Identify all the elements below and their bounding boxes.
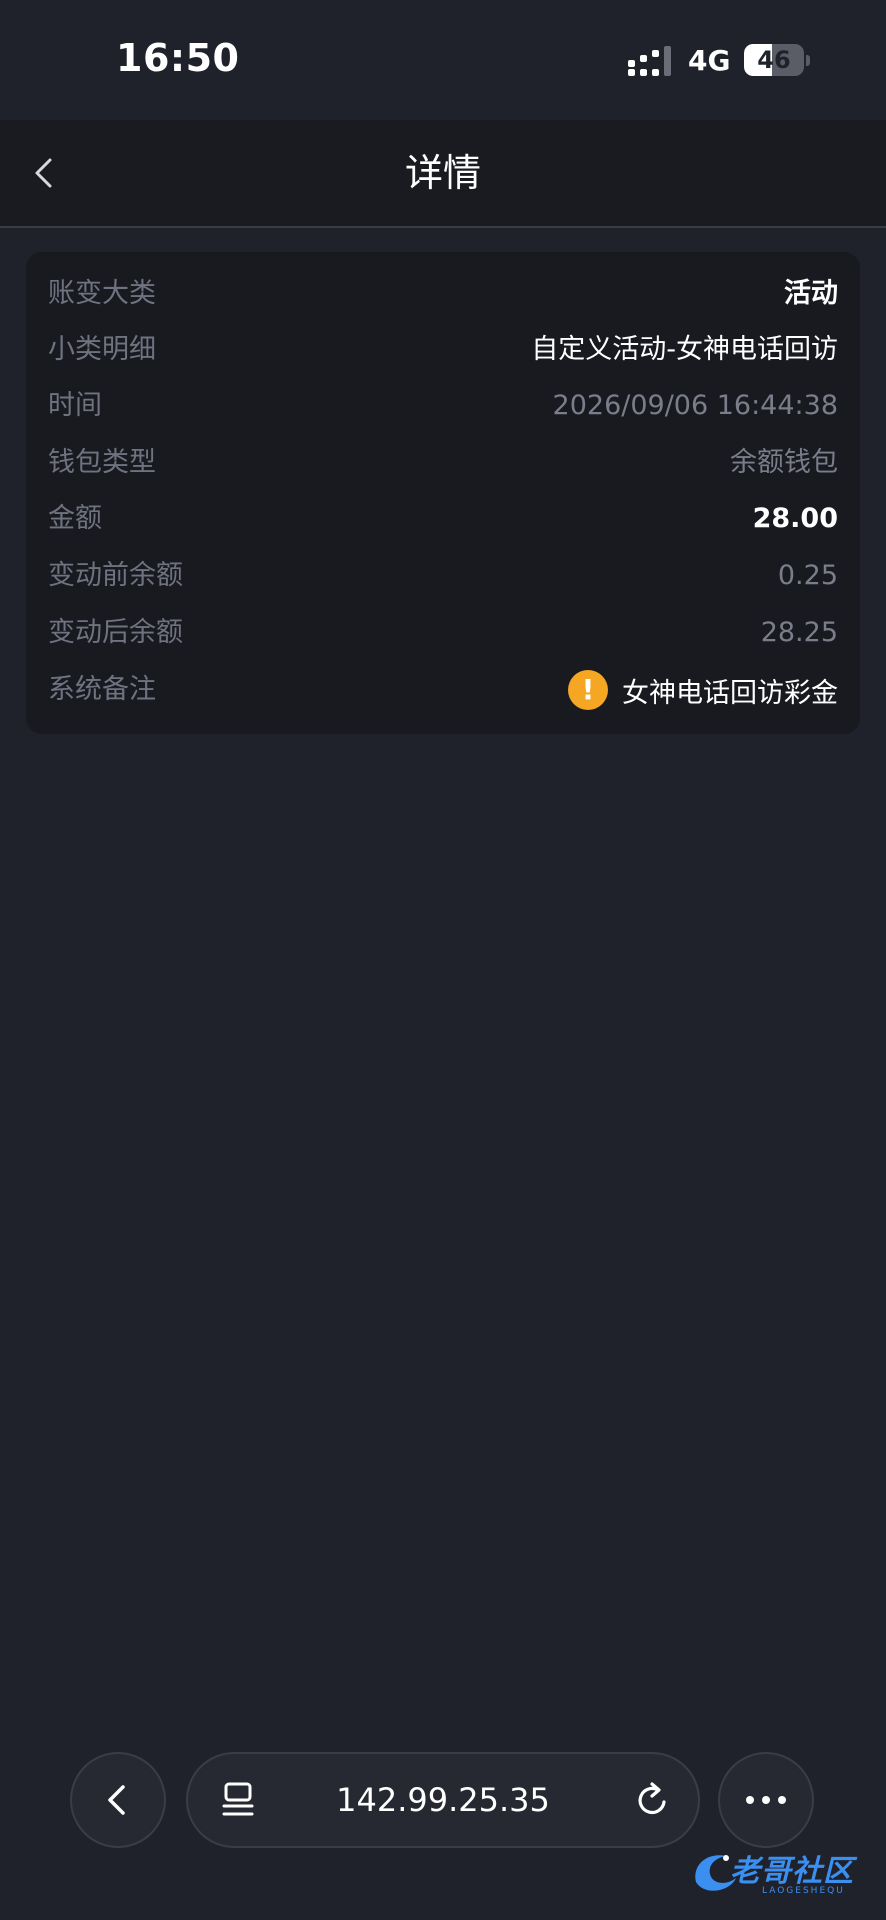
row-value: 活动 xyxy=(784,278,838,309)
watermark-logo: 老哥社区 LAOGESHEQU xyxy=(686,1842,882,1908)
detail-row-system-note: 系统备注 ! 女神电话回访彩金 xyxy=(26,662,860,718)
detail-row-time: 时间 2026/09/06 16:44:38 xyxy=(26,378,860,434)
system-note-value: ! 女神电话回访彩金 xyxy=(568,662,838,718)
detail-row-amount: 金额 28.00 xyxy=(26,491,860,547)
row-label: 小类明细 xyxy=(48,334,156,365)
status-time: 16:50 xyxy=(116,36,240,80)
detail-row-wallet-type: 钱包类型 余额钱包 xyxy=(26,435,860,491)
more-button[interactable] xyxy=(718,1752,814,1848)
row-label: 变动前余额 xyxy=(48,560,183,591)
detail-row-category: 账变大类 活动 xyxy=(26,266,860,322)
row-value: 女神电话回访彩金 xyxy=(622,677,838,709)
battery-cap xyxy=(806,55,810,66)
watermark-text: 老哥社区 xyxy=(730,1854,854,1889)
nav-bar: 详情 xyxy=(0,120,886,228)
detail-card: 账变大类 活动 小类明细 自定义活动-女神电话回访 时间 2026/09/06 … xyxy=(26,252,860,734)
detail-row-balance-before: 变动前余额 0.25 xyxy=(26,548,860,604)
row-value: 0.25 xyxy=(777,560,838,591)
url-text[interactable]: 142.99.25.35 xyxy=(188,1754,698,1846)
status-bar: 16:50 4G 46 xyxy=(0,0,886,120)
detail-row-subcategory: 小类明细 自定义活动-女神电话回访 xyxy=(26,322,860,378)
battery-level: 46 xyxy=(757,46,791,74)
address-bar[interactable]: 142.99.25.35 xyxy=(186,1752,700,1848)
screen: 16:50 4G 46 详情 账变大类 活动 小类明细 自定义活动-女神电话回访… xyxy=(0,0,886,1920)
battery-icon: 46 xyxy=(744,44,804,76)
more-icon xyxy=(746,1796,786,1804)
row-value: 自定义活动-女神电话回访 xyxy=(531,334,838,365)
back-button[interactable] xyxy=(20,148,70,198)
row-label: 钱包类型 xyxy=(48,447,156,478)
row-value: 28.00 xyxy=(752,503,838,534)
browser-back-button[interactable] xyxy=(70,1752,166,1848)
warning-icon[interactable]: ! xyxy=(568,670,608,710)
page-title: 详情 xyxy=(404,151,481,195)
row-value: 28.25 xyxy=(760,617,838,648)
chevron-left-icon xyxy=(108,1785,125,1815)
row-label: 账变大类 xyxy=(48,278,156,309)
signal-icon xyxy=(628,46,671,76)
row-value: 2026/09/06 16:44:38 xyxy=(552,390,838,421)
row-label: 系统备注 xyxy=(48,674,156,705)
row-label: 变动后余额 xyxy=(48,617,183,648)
row-label: 时间 xyxy=(48,390,102,421)
reload-icon[interactable] xyxy=(632,1780,672,1820)
watermark-subtext: LAOGESHEQU xyxy=(762,1886,845,1896)
row-label: 金额 xyxy=(48,503,102,534)
row-value: 余额钱包 xyxy=(730,447,838,478)
network-label: 4G xyxy=(688,44,731,77)
detail-row-balance-after: 变动后余额 28.25 xyxy=(26,605,860,661)
